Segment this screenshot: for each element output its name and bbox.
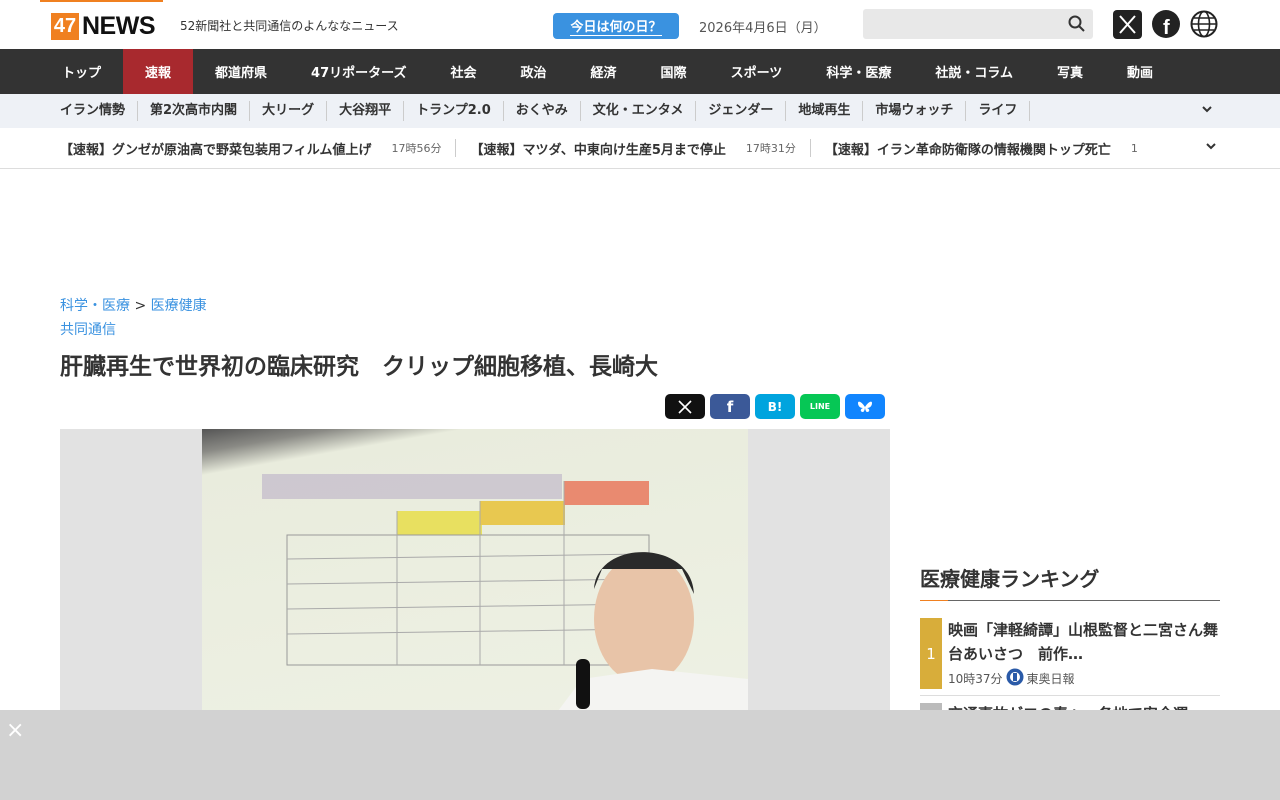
today-button[interactable]: 今日は何の日？ xyxy=(553,13,679,39)
rank-number: 1 xyxy=(920,618,942,689)
nav-sports[interactable]: スポーツ xyxy=(709,49,805,94)
share-buttons: f B! LINE xyxy=(665,394,885,419)
nav-economy[interactable]: 経済 xyxy=(569,49,639,94)
topic-item[interactable]: 大リーグ xyxy=(250,101,328,121)
site-logo[interactable]: 47 NEWS xyxy=(51,12,156,41)
slide-photo-illustration xyxy=(262,474,748,719)
search-input[interactable] xyxy=(863,9,1093,39)
ticker-headline[interactable]: 【速報】マツダ、中東向け生産5月まで停止 xyxy=(470,139,725,158)
nav-editorial[interactable]: 社説・コラム xyxy=(913,49,1035,94)
ranking-item-title[interactable]: 映画「津軽綺譚」山根監督と二宮さん舞台あいさつ 前作… xyxy=(948,618,1220,666)
current-date: 2026年4月6日（月） xyxy=(699,21,827,36)
topic-nav: イラン情勢 第2次高市内閣 大リーグ 大谷翔平 トランプ2.0 おくやみ 文化・… xyxy=(0,94,1280,128)
ticker-time: 1 xyxy=(1130,141,1138,155)
hatena-label: B! xyxy=(767,399,783,414)
ranking-item-publisher: 東奥日報 xyxy=(1026,672,1075,686)
topic-item[interactable]: ライフ xyxy=(966,101,1031,121)
topic-item[interactable]: おくやみ xyxy=(504,101,581,121)
topic-item[interactable]: 地域再生 xyxy=(786,101,864,121)
ticker-time: 17時56分 xyxy=(391,142,442,155)
share-bluesky-button[interactable] xyxy=(845,394,885,419)
line-label: LINE xyxy=(809,402,831,411)
close-icon[interactable]: × xyxy=(6,718,24,743)
svg-text:f: f xyxy=(1163,17,1170,38)
ranking-item-time: 10時37分 xyxy=(948,672,1003,686)
topic-item[interactable]: イラン情勢 xyxy=(48,101,139,121)
ranking-panel: 医療健康ランキング 1 映画「津軽綺譚」山根監督と二宮さん舞台あいさつ 前作… … xyxy=(920,563,1220,724)
breadcrumb-health[interactable]: 医療健康 xyxy=(151,298,207,314)
nav-breaking[interactable]: 速報 xyxy=(123,49,194,94)
tagline: 52新聞社と共同通信のよんななニュース xyxy=(180,19,399,33)
topic-item[interactable]: ジェンダー xyxy=(696,101,787,121)
logo-word: NEWS xyxy=(82,12,156,40)
chevron-down-icon[interactable] xyxy=(1200,139,1218,156)
ticker-headline[interactable]: 【速報】イラン革命防衛隊の情報機関トップ死亡 xyxy=(825,139,1111,158)
ticker-headline[interactable]: 【速報】グンゼが原油高で野菜包装用フィルム値上げ xyxy=(60,139,371,158)
breadcrumb-science[interactable]: 科学・医療 xyxy=(60,298,130,314)
globe-icon[interactable] xyxy=(1190,10,1218,42)
topic-item[interactable]: 市場ウォッチ xyxy=(863,101,967,121)
nav-top[interactable]: トップ xyxy=(40,49,123,94)
nav-society[interactable]: 社会 xyxy=(429,49,499,94)
topic-item[interactable]: 大谷翔平 xyxy=(327,101,405,121)
breadcrumb: 科学・医療 > 医療健康 xyxy=(60,295,207,315)
nav-international[interactable]: 国際 xyxy=(639,49,709,94)
nav-prefectures[interactable]: 都道府県 xyxy=(193,49,289,94)
nav-videos[interactable]: 動画 xyxy=(1105,49,1175,94)
nav-politics[interactable]: 政治 xyxy=(499,49,569,94)
main-nav: トップ 速報 都道府県 47リポーターズ 社会 政治 経済 国際 スポーツ 科学… xyxy=(0,49,1280,94)
breadcrumb-separator: > xyxy=(134,298,147,314)
nav-47reporters[interactable]: 47リポーターズ xyxy=(289,49,428,94)
nav-photos[interactable]: 写真 xyxy=(1035,49,1105,94)
topic-item[interactable]: トランプ2.0 xyxy=(404,101,504,121)
site-header: 47 NEWS 52新聞社と共同通信のよんななニュース 今日は何の日？ 2026… xyxy=(0,0,1280,49)
topic-item[interactable]: 第2次高市内閣 xyxy=(138,101,251,121)
chevron-down-icon[interactable] xyxy=(1200,102,1214,123)
share-line-button[interactable]: LINE xyxy=(800,394,840,419)
photo-image xyxy=(202,429,748,719)
divider xyxy=(809,139,811,157)
publisher-logo-icon xyxy=(1006,668,1024,689)
ranking-title: 医療健康ランキング xyxy=(920,563,1220,601)
breaking-ticker: 【速報】グンゼが原油高で野菜包装用フィルム値上げ 17時56分 【速報】マツダ、中… xyxy=(0,128,1280,169)
share-x-button[interactable] xyxy=(665,394,705,419)
article-photo[interactable] xyxy=(60,429,890,719)
nav-science[interactable]: 科学・医療 xyxy=(804,49,913,94)
today-button-label: 今日は何の日？ xyxy=(570,16,662,36)
accent-line xyxy=(40,0,163,2)
bottom-ad-banner: × xyxy=(0,710,1280,800)
ticker-time: 17時31分 xyxy=(745,142,796,155)
logo-number: 47 xyxy=(51,13,79,40)
share-hatena-button[interactable]: B! xyxy=(755,394,795,419)
facebook-icon[interactable]: f xyxy=(1152,10,1180,42)
search-icon[interactable] xyxy=(1067,14,1087,38)
article-source[interactable]: 共同通信 xyxy=(60,319,116,339)
divider xyxy=(455,139,457,157)
ranking-item[interactable]: 1 映画「津軽綺譚」山根監督と二宮さん舞台あいさつ 前作… 10時37分 東奥日報 xyxy=(920,618,1220,696)
x-icon[interactable] xyxy=(1113,10,1142,43)
topic-item[interactable]: 文化・エンタメ xyxy=(581,101,697,121)
share-facebook-button[interactable]: f xyxy=(710,394,750,419)
article-title: 肝臓再生で世界初の臨床研究 クリップ細胞移植、長崎大 xyxy=(60,354,658,380)
